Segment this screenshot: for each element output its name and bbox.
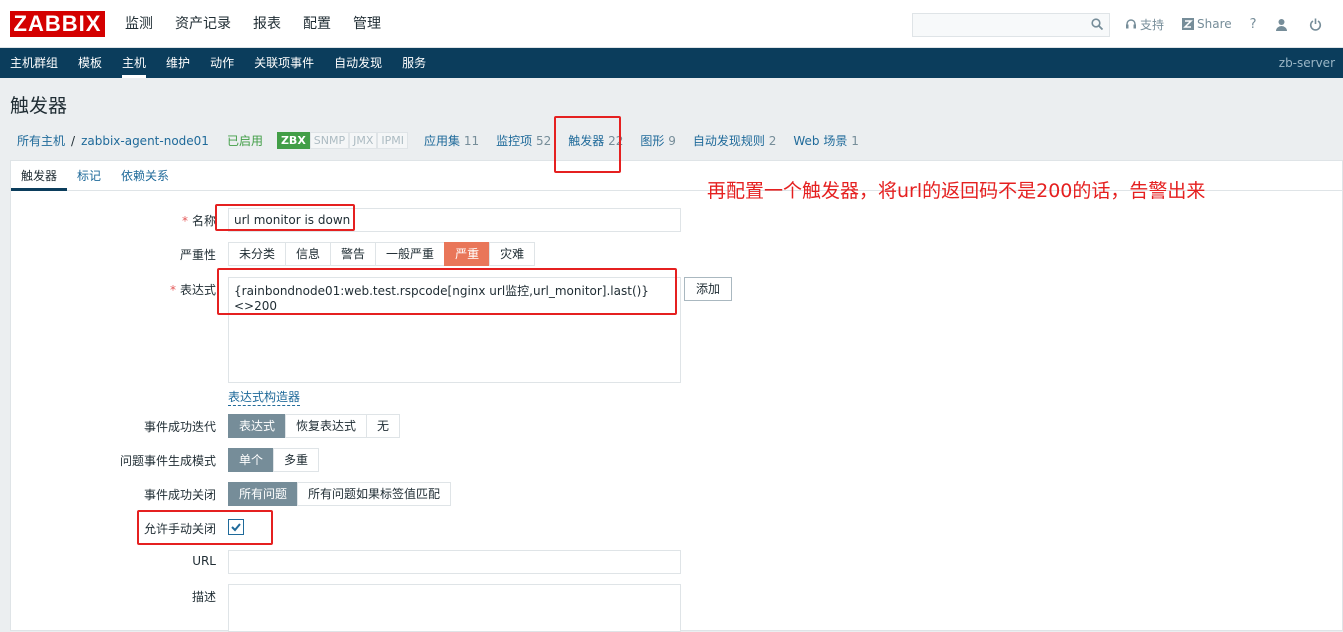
description-field[interactable]: [228, 584, 681, 632]
menu-inventory[interactable]: 资产记录: [175, 0, 231, 48]
ok-event-none[interactable]: 无: [366, 414, 401, 438]
ok-close-all[interactable]: 所有问题: [228, 482, 298, 506]
annotation-note: 再配置一个触发器，将url的返回码不是200的话，告警出来: [707, 180, 1206, 202]
expression-builder-link[interactable]: 表达式构造器: [228, 388, 301, 406]
submenu-correlation[interactable]: 关联项事件: [254, 48, 314, 78]
submenu-hosts[interactable]: 主机: [122, 48, 147, 78]
add-condition-button[interactable]: 添加: [684, 277, 733, 301]
tag-zbx: ZBX: [276, 132, 310, 149]
submenu-maintenance[interactable]: 维护: [166, 48, 190, 78]
tab-tags[interactable]: 标记: [67, 161, 111, 190]
submenu-services[interactable]: 服务: [402, 48, 426, 78]
help-button[interactable]: ?: [1250, 17, 1257, 32]
severity-selector: 未分类 信息 警告 一般严重 严重 灾难: [228, 242, 536, 266]
menu-configuration[interactable]: 配置: [303, 0, 331, 48]
severity-label: 严重性: [179, 248, 216, 262]
nav-applications[interactable]: 应用集 11: [424, 132, 479, 149]
name-label: * 名称: [181, 214, 216, 228]
main-menu: 监测 资产记录 报表 配置 管理: [125, 0, 403, 48]
severity-warning[interactable]: 警告: [330, 242, 376, 266]
page-title: 触发器: [10, 95, 68, 117]
submenu-host-groups[interactable]: 主机群组: [10, 48, 58, 78]
tag-ipmi: IPMI: [377, 132, 409, 149]
tag-jmx: JMX: [349, 132, 378, 149]
ok-close-selector: 所有问题 所有问题如果标签值匹配: [228, 482, 452, 506]
power-icon: [1309, 18, 1321, 31]
tab-trigger[interactable]: 触发器: [11, 161, 68, 191]
search-input[interactable]: [912, 13, 1110, 37]
ok-event-selector: 表达式 恢复表达式 无: [228, 414, 401, 438]
problem-mode-single[interactable]: 单个: [228, 448, 274, 472]
description-label: 描述: [191, 590, 216, 604]
ok-event-expression[interactable]: 表达式: [228, 414, 286, 438]
user-icon: [1275, 18, 1287, 31]
share-z-icon: [1182, 18, 1195, 30]
headset-icon: [1126, 19, 1136, 29]
ok-event-label: 事件成功迭代: [143, 420, 216, 434]
severity-average[interactable]: 一般严重: [375, 242, 445, 266]
host-nav: 应用集 11 监控项 52 触发器 22 图形 9 自动发现规则 2 Web 场…: [424, 132, 876, 149]
tag-snmp: SNMP: [309, 132, 350, 149]
sub-menu: 主机群组 模板 主机 维护 动作 关联项事件 自动发现 服务: [0, 48, 1343, 78]
top-bar: ZABBIX 监测 资产记录 报表 配置 管理 支持 Share ?: [0, 0, 1343, 48]
server-name: zb-server: [1278, 56, 1335, 70]
submenu-discovery[interactable]: 自动发现: [334, 48, 382, 78]
share-label: Share: [1197, 17, 1232, 31]
ok-close-label: 事件成功关闭: [143, 488, 216, 502]
menu-reports[interactable]: 报表: [253, 0, 281, 48]
profile-button[interactable]: [1275, 18, 1291, 31]
top-right-tools: 支持 Share ?: [1125, 0, 1343, 48]
nav-items[interactable]: 监控项 52: [496, 132, 551, 149]
ok-close-tag-match[interactable]: 所有问题如果标签值匹配: [297, 482, 452, 506]
trigger-form-panel: 触发器 标记 依赖关系 * 名称 url monitor is down 严重性 …: [10, 160, 1343, 632]
help-icon: ?: [1249, 16, 1257, 32]
expression-label: * 表达式: [169, 283, 216, 297]
problem-mode-selector: 单个 多重: [228, 448, 320, 472]
annotation-box-expression: [217, 268, 677, 315]
menu-monitoring[interactable]: 监测: [125, 0, 153, 48]
url-label: URL: [192, 554, 216, 568]
url-field[interactable]: [228, 550, 681, 574]
breadcrumb-separator: /: [71, 133, 76, 148]
breadcrumb-host[interactable]: zabbix-agent-node01: [81, 134, 209, 148]
annotation-box-triggers: [554, 116, 621, 173]
submenu-actions[interactable]: 动作: [210, 48, 234, 78]
severity-not-classified[interactable]: 未分类: [228, 242, 286, 266]
breadcrumb-all-hosts[interactable]: 所有主机: [17, 132, 65, 149]
share-link[interactable]: Share: [1182, 17, 1232, 31]
support-link[interactable]: 支持: [1125, 16, 1164, 33]
breadcrumb: 所有主机 / zabbix-agent-node01 已启用 ZBX SNMP …: [17, 132, 876, 149]
submenu-templates[interactable]: 模板: [78, 48, 102, 78]
problem-mode-multiple[interactable]: 多重: [273, 448, 320, 472]
problem-mode-label: 问题事件生成模式: [119, 454, 216, 468]
support-label: 支持: [1140, 17, 1165, 32]
zabbix-logo[interactable]: ZABBIX: [10, 11, 105, 37]
search-icon[interactable]: [1091, 18, 1103, 30]
annotation-box-manual-close: [137, 510, 273, 545]
nav-discovery-rules[interactable]: 自动发现规则 2: [693, 132, 776, 149]
availability-tags: ZBX SNMP JMX IPMI: [276, 132, 409, 149]
severity-disaster[interactable]: 灾难: [489, 242, 536, 266]
logout-button[interactable]: [1309, 18, 1325, 31]
tab-dependencies[interactable]: 依赖关系: [111, 161, 179, 190]
nav-web-scenarios[interactable]: Web 场景 1: [793, 132, 858, 149]
ok-event-recovery[interactable]: 恢复表达式: [285, 414, 367, 438]
sub-nav-bar: 主机群组 模板 主机 维护 动作 关联项事件 自动发现 服务 zb-server: [0, 48, 1343, 78]
annotation-box-name: [215, 204, 355, 231]
severity-information[interactable]: 信息: [285, 242, 331, 266]
menu-administration[interactable]: 管理: [353, 0, 381, 48]
host-status[interactable]: 已启用: [227, 132, 263, 149]
nav-graphs[interactable]: 图形 9: [640, 132, 675, 149]
severity-high[interactable]: 严重: [444, 242, 490, 266]
